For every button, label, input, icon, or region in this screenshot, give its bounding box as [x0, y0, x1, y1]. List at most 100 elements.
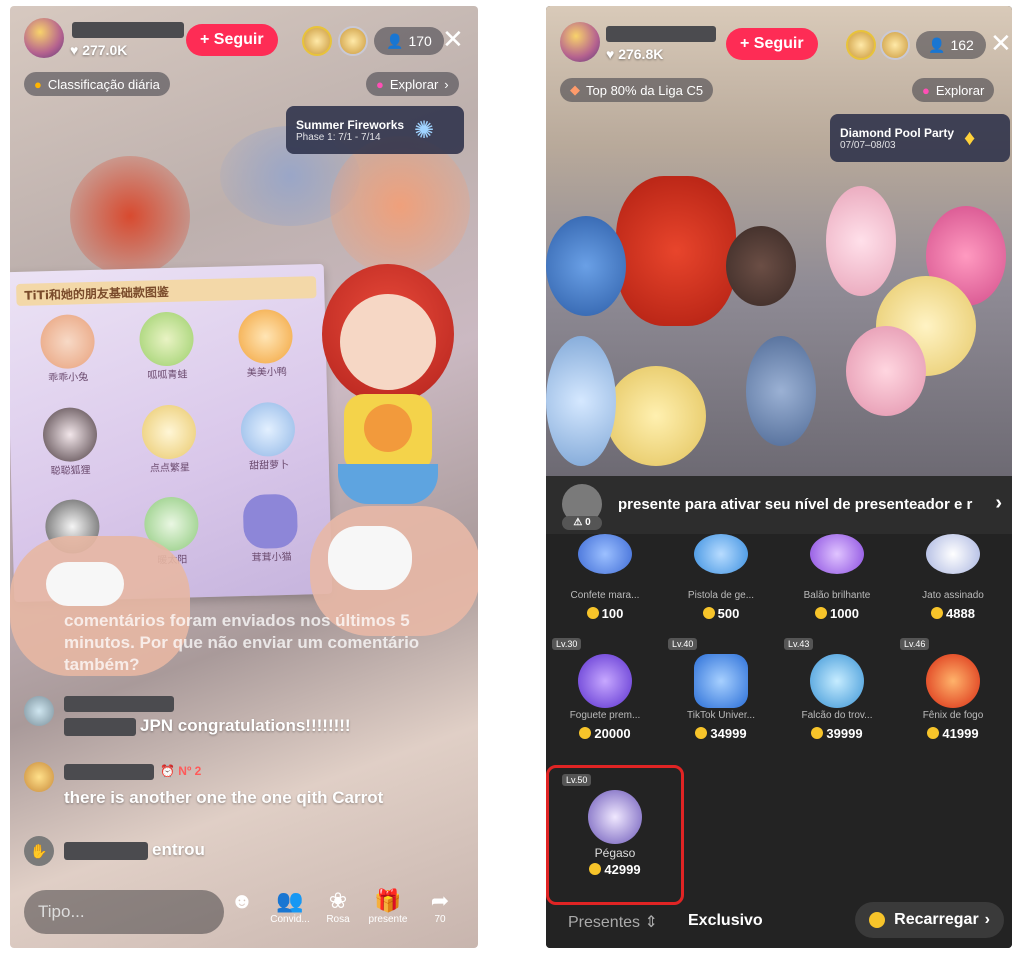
figure-cell: 甜甜萝卜	[222, 401, 316, 488]
stream-video	[546, 6, 1012, 476]
bottom-bar: Tipo... ☻ 👥 Convid... ❀ Rosa 🎁 presente ➦ 70	[10, 876, 478, 948]
commenter-avatar[interactable]	[24, 762, 54, 792]
toy-figure	[546, 216, 626, 316]
level-text: presente para ativar seu nível de presen…	[618, 496, 973, 513]
chevron-right-icon[interactable]: ›	[995, 492, 1002, 515]
gift-item[interactable]: Lv.30 Foguete prem... 20000	[548, 638, 662, 756]
event-banner[interactable]: Summer Fireworks Phase 1: 7/1 - 7/14 ✺	[286, 106, 464, 154]
figure-cell: 美美小鸭	[219, 308, 313, 395]
person-icon: 👤	[386, 32, 404, 49]
top-viewer-avatar[interactable]	[846, 30, 876, 60]
rose-icon: ❀	[328, 888, 348, 913]
comment-text: there is another one the one qith Carrot	[64, 788, 384, 807]
recharge-button[interactable]: Recarregar ›	[855, 902, 1004, 938]
gift-item[interactable]: Lv.46 Fênix de fogo 41999	[896, 638, 1010, 756]
commenter-name-redacted	[64, 696, 174, 712]
coin-icon	[811, 727, 824, 739]
toy-figure	[606, 366, 706, 466]
close-icon[interactable]: ✕	[442, 26, 464, 52]
commenter-avatar[interactable]	[24, 696, 54, 726]
sort-icon: ⇕	[644, 914, 658, 931]
level-badge: ⚠ 0	[562, 516, 602, 530]
rose-button[interactable]: ❀ Rosa	[316, 888, 360, 925]
gift-pistol-icon	[694, 534, 748, 574]
heart-icon: ♥	[70, 42, 79, 58]
level-tag: Lv.43	[784, 638, 814, 650]
gift-item[interactable]: Lv.43 Falcão do trov... 39999	[780, 638, 894, 756]
share-icon: ➦	[430, 888, 450, 913]
rank-badge: ⏰ Nº 2	[160, 764, 202, 778]
heart-icon: ♥	[606, 46, 615, 62]
gift-tabs: Presentes ⇕ Exclusivo Recarregar ›	[546, 896, 1012, 948]
flame-icon: ●	[34, 76, 42, 92]
comment-text: entrou	[152, 840, 205, 859]
share-button[interactable]: ➦ 70	[418, 888, 462, 925]
commenter-name-redacted	[64, 842, 148, 860]
emoji-button[interactable]: ☻	[220, 888, 264, 914]
toy-figure	[846, 326, 926, 416]
level-tag: Lv.40	[668, 638, 698, 650]
gift-falcon-icon	[810, 654, 864, 708]
coin-icon	[927, 727, 940, 739]
figure-cell: 乖乖小兔	[21, 313, 115, 400]
daily-rank-pill[interactable]: ● Classificação diária	[24, 72, 170, 96]
league-pill[interactable]: ◆ Top 80% da Liga C5	[560, 78, 714, 102]
viewer-count[interactable]: 👤 162	[916, 31, 986, 59]
gift-tiktok-universe-icon	[694, 654, 748, 708]
bg-blob	[70, 156, 190, 276]
top-viewer-avatar[interactable]	[338, 26, 368, 56]
top-bar: ♥ 276.8K + Seguir 👤 162 ✕	[546, 6, 1012, 76]
firework-icon: ✺	[414, 116, 435, 144]
toy-figure	[726, 226, 796, 306]
top-viewer-avatar[interactable]	[880, 30, 910, 60]
streamer-name-redacted	[606, 26, 716, 42]
palm-icon: ♦	[964, 125, 976, 150]
tab-presentes[interactable]: Presentes ⇕	[568, 912, 658, 932]
toy-figure	[546, 336, 616, 466]
streamer-avatar[interactable]	[560, 22, 600, 62]
figure-cell: 点点繁星	[123, 403, 217, 490]
faded-comment: comentários foram enviados nos últimos 5…	[64, 611, 420, 674]
coin-icon	[931, 607, 944, 619]
planet-icon: ●	[376, 76, 384, 92]
likes-count: ♥ 277.0K	[70, 42, 128, 58]
doll-figure	[308, 264, 468, 524]
level-tag: Lv.30	[552, 638, 582, 650]
top-viewer-avatar[interactable]	[302, 26, 332, 56]
comment-text: JPN congratulations!!!!!!!!	[140, 716, 351, 735]
nail	[328, 526, 412, 590]
gift-item[interactable]: Lv.40 TikTok Univer... 34999	[664, 638, 778, 756]
gift-item[interactable]: Confete mara... 100	[548, 534, 662, 630]
follow-button[interactable]: + Seguir	[726, 28, 818, 60]
gift-button[interactable]: 🎁 presente	[366, 888, 410, 925]
gift-confetti-icon	[578, 534, 632, 574]
comment-item: ⏰ Nº 2 there is another one the one qith…	[24, 758, 464, 818]
gift-phoenix-icon	[926, 654, 980, 708]
gift-item[interactable]: Pistola de ge... 500	[664, 534, 778, 630]
coin-icon	[869, 912, 886, 928]
comment-input[interactable]: Tipo...	[24, 890, 224, 934]
follow-button[interactable]: + Seguir	[186, 24, 278, 56]
live-stream-left: TiTi和她的朋友基础款图鉴 乖乖小兔 呱呱青蛙 美美小鸭 聪聪狐狸 点点繁星 …	[10, 6, 478, 948]
viewer-count[interactable]: 👤 170	[374, 27, 444, 55]
diamond-icon: ◆	[570, 82, 580, 97]
explore-pill[interactable]: ● Explorar ›	[366, 72, 459, 96]
tab-exclusivo[interactable]: Exclusivo	[688, 912, 763, 930]
gift-item[interactable]: Balão brilhante 1000	[780, 534, 894, 630]
gifter-level-bar[interactable]: ⚠ 0 presente para ativar seu nível de pr…	[546, 476, 1012, 534]
figure-cell: 聪聪狐狸	[23, 406, 117, 493]
figure-cell: 茸茸小猫	[224, 493, 318, 581]
streamer-avatar[interactable]	[24, 18, 64, 58]
comment-item: ✋ entrou	[24, 832, 464, 872]
selection-highlight	[546, 765, 684, 905]
smile-icon: ☻	[230, 888, 254, 913]
invite-button[interactable]: 👥 Convid...	[268, 888, 312, 925]
gift-icon: 🎁	[374, 888, 402, 913]
bg-blob	[330, 136, 470, 276]
explore-pill[interactable]: ● Explorar	[912, 78, 995, 102]
close-icon[interactable]: ✕	[990, 30, 1012, 56]
coin-icon	[815, 607, 828, 619]
gift-item[interactable]: Jato assinado 4888	[896, 534, 1010, 630]
event-banner[interactable]: Diamond Pool Party 07/07–08/03 ♦	[830, 114, 1010, 162]
wave-icon: ✋	[24, 836, 54, 866]
